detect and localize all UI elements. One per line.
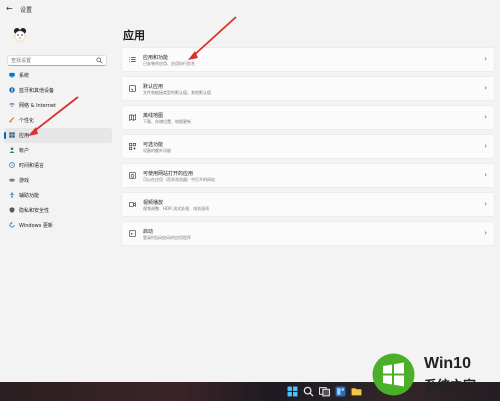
card-title: 可选功能	[143, 142, 164, 148]
card-offline-maps[interactable]: 离线地图 下载、存储位置、地图更新 ›	[121, 105, 495, 130]
chevron-right-icon: ›	[484, 171, 487, 179]
sidebar-item-label: 帐户	[19, 148, 30, 154]
search-box[interactable]	[7, 55, 107, 66]
sidebar-item-label: 游戏	[19, 178, 30, 184]
card-title: 应用和功能	[143, 55, 169, 61]
settings-window: ← 设置 系统 蓝牙和其他设备 网络 & Internet 个性化	[0, 0, 500, 382]
task-view-icon[interactable]	[319, 386, 330, 397]
default-apps-icon	[129, 85, 136, 92]
card-apps-for-websites[interactable]: 可使用网站打开的应用 可以在应用（而非浏览器）中打开的网站 ›	[121, 163, 495, 188]
site-watermark: Win10 系统之家	[371, 352, 498, 397]
apps-icon	[9, 132, 15, 138]
page-title: 应用	[123, 29, 145, 42]
card-optional-features[interactable]: 可选功能 设备的额外功能 ›	[121, 134, 495, 159]
back-button[interactable]: ←	[6, 4, 13, 13]
search-icon[interactable]	[96, 57, 103, 64]
video-icon	[129, 202, 136, 207]
sidebar-item-bluetooth[interactable]: 蓝牙和其他设备	[4, 83, 112, 98]
sidebar-item-label: 应用	[19, 133, 30, 139]
list-icon	[129, 57, 136, 62]
card-description: 文件和链接类型的默认值，其他默认值	[143, 90, 211, 95]
card-description: 可以在应用（而非浏览器）中打开的网站	[143, 177, 215, 182]
sidebar-item-personalization[interactable]: 个性化	[4, 113, 112, 128]
sidebar-item-apps[interactable]: 应用	[4, 128, 112, 143]
monitor-icon	[9, 72, 15, 78]
card-title: 视频播放	[143, 200, 164, 206]
brush-icon	[9, 117, 15, 123]
chevron-right-icon: ›	[484, 142, 487, 150]
chevron-right-icon: ›	[484, 113, 487, 121]
chevron-right-icon: ›	[484, 84, 487, 92]
sidebar-item-label: 时间和语言	[19, 163, 45, 169]
start-icon[interactable]	[287, 386, 298, 397]
search-icon[interactable]	[303, 386, 314, 397]
gamepad-icon	[9, 178, 15, 182]
sidebar-item-gaming[interactable]: 游戏	[4, 173, 112, 188]
sidebar-item-accounts[interactable]: 帐户	[4, 143, 112, 158]
watermark-subtitle: 系统之家	[424, 379, 477, 394]
sidebar-item-label: 个性化	[19, 118, 35, 124]
card-description: 视频调整、HDR 流式处理、电池选项	[143, 206, 210, 211]
bluetooth-icon	[9, 87, 15, 93]
sidebar-item-windows-update[interactable]: Windows 更新	[4, 218, 112, 233]
sidebar-item-label: 隐私和安全性	[19, 208, 50, 214]
avatar[interactable]	[10, 25, 30, 45]
card-title: 可使用网站打开的应用	[143, 171, 194, 177]
card-description: 下载、存储位置、地图更新	[143, 119, 191, 124]
update-icon	[9, 222, 15, 228]
person-icon	[9, 147, 15, 153]
shield-icon	[9, 207, 15, 213]
window-title: 设置	[20, 7, 33, 14]
file-explorer-icon[interactable]	[351, 386, 362, 397]
wifi-icon	[9, 102, 15, 108]
sidebar-item-system[interactable]: 系统	[4, 68, 112, 83]
apps-settings-list: 应用和功能 已安装的应用、应用执行别名 › 默认应用 文件和链接类型的默认值，其…	[121, 47, 495, 250]
card-description: 已安装的应用、应用执行别名	[143, 61, 195, 66]
sidebar-nav: 系统 蓝牙和其他设备 网络 & Internet 个性化 应用 帐户 时间和语言	[4, 68, 112, 233]
map-icon	[129, 114, 136, 121]
startup-icon	[129, 230, 136, 237]
grid-plus-icon	[129, 143, 136, 150]
card-title: 离线地图	[143, 113, 164, 119]
sidebar-item-label: 蓝牙和其他设备	[19, 88, 55, 94]
title-bar: ← 设置	[0, 0, 500, 20]
sidebar-item-label: 辅助功能	[19, 193, 40, 199]
sidebar-item-accessibility[interactable]: 辅助功能	[4, 188, 112, 203]
card-title: 启动	[143, 229, 154, 235]
sidebar-item-privacy[interactable]: 隐私和安全性	[4, 203, 112, 218]
sidebar-item-label: 系统	[19, 73, 30, 79]
card-title: 默认应用	[143, 84, 164, 90]
globe-clock-icon	[9, 162, 15, 168]
web-apps-icon	[129, 172, 136, 179]
sidebar-item-network[interactable]: 网络 & Internet	[4, 98, 112, 113]
card-startup[interactable]: 启动 登录时自动启动的应用程序 ›	[121, 221, 495, 246]
card-description: 登录时自动启动的应用程序	[143, 235, 191, 240]
accessibility-icon	[9, 192, 15, 198]
sidebar-item-time-language[interactable]: 时间和语言	[4, 158, 112, 173]
chevron-right-icon: ›	[484, 229, 487, 237]
card-default-apps[interactable]: 默认应用 文件和链接类型的默认值，其他默认值 ›	[121, 76, 495, 101]
chevron-right-icon: ›	[484, 55, 487, 63]
widgets-icon[interactable]	[335, 386, 346, 397]
sidebar-item-label: 网络 & Internet	[19, 103, 56, 109]
card-apps-features[interactable]: 应用和功能 已安装的应用、应用执行别名 ›	[121, 47, 495, 72]
card-description: 设备的额外功能	[143, 148, 171, 153]
card-video-playback[interactable]: 视频播放 视频调整、HDR 流式处理、电池选项 ›	[121, 192, 495, 217]
watermark-brand: Win10	[424, 355, 471, 372]
win10-logo-icon	[372, 353, 415, 396]
sidebar-item-label: Windows 更新	[19, 223, 53, 229]
search-input[interactable]	[11, 57, 91, 65]
chevron-right-icon: ›	[484, 200, 487, 208]
